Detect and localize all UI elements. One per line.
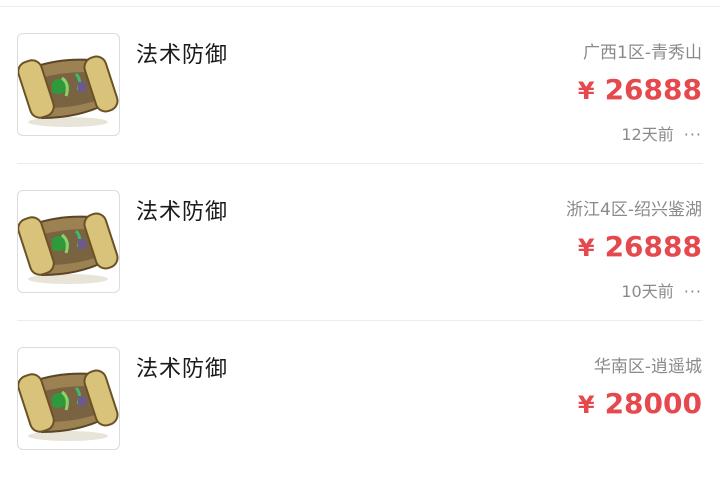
item-title: 法术防御: [136, 357, 229, 382]
item-thumbnail[interactable]: [17, 33, 120, 136]
listing-item[interactable]: 法术防御 华南区-逍遥城 ¥28000: [0, 321, 720, 478]
item-title: 法术防御: [136, 43, 229, 68]
item-thumbnail[interactable]: [17, 347, 120, 450]
item-thumbnail[interactable]: [17, 190, 120, 293]
listing-meta: 10天前 ···: [621, 278, 702, 302]
scroll-item-icon: [18, 55, 119, 127]
currency-symbol: ¥: [577, 234, 595, 262]
listing-item[interactable]: 法术防御 浙江4区-绍兴鉴湖 ¥26888 10天前 ···: [0, 164, 720, 321]
listing-item[interactable]: 法术防御 广西1区-青秀山 ¥26888 12天前 ···: [0, 7, 720, 164]
price-value: 26888: [604, 73, 702, 106]
currency-symbol: ¥: [577, 391, 595, 419]
item-title: 法术防御: [136, 200, 229, 225]
price-value: 28000: [604, 387, 702, 420]
item-price: ¥26888: [578, 230, 702, 263]
more-options-icon[interactable]: ···: [684, 125, 702, 144]
time-ago: 12天前: [621, 125, 674, 144]
price-value: 26888: [604, 230, 702, 263]
server-name: 华南区-逍遥城: [593, 357, 702, 377]
time-ago: 10天前: [621, 282, 674, 301]
scroll-item-icon: [18, 369, 119, 441]
scroll-item-icon: [18, 212, 119, 284]
item-price: ¥28000: [578, 387, 702, 420]
server-name: 浙江4区-绍兴鉴湖: [566, 200, 702, 220]
server-name: 广西1区-青秀山: [583, 43, 702, 63]
listing-meta: 12天前 ···: [621, 121, 702, 145]
more-options-icon[interactable]: ···: [684, 282, 702, 301]
currency-symbol: ¥: [577, 77, 595, 105]
item-price: ¥26888: [578, 73, 702, 106]
